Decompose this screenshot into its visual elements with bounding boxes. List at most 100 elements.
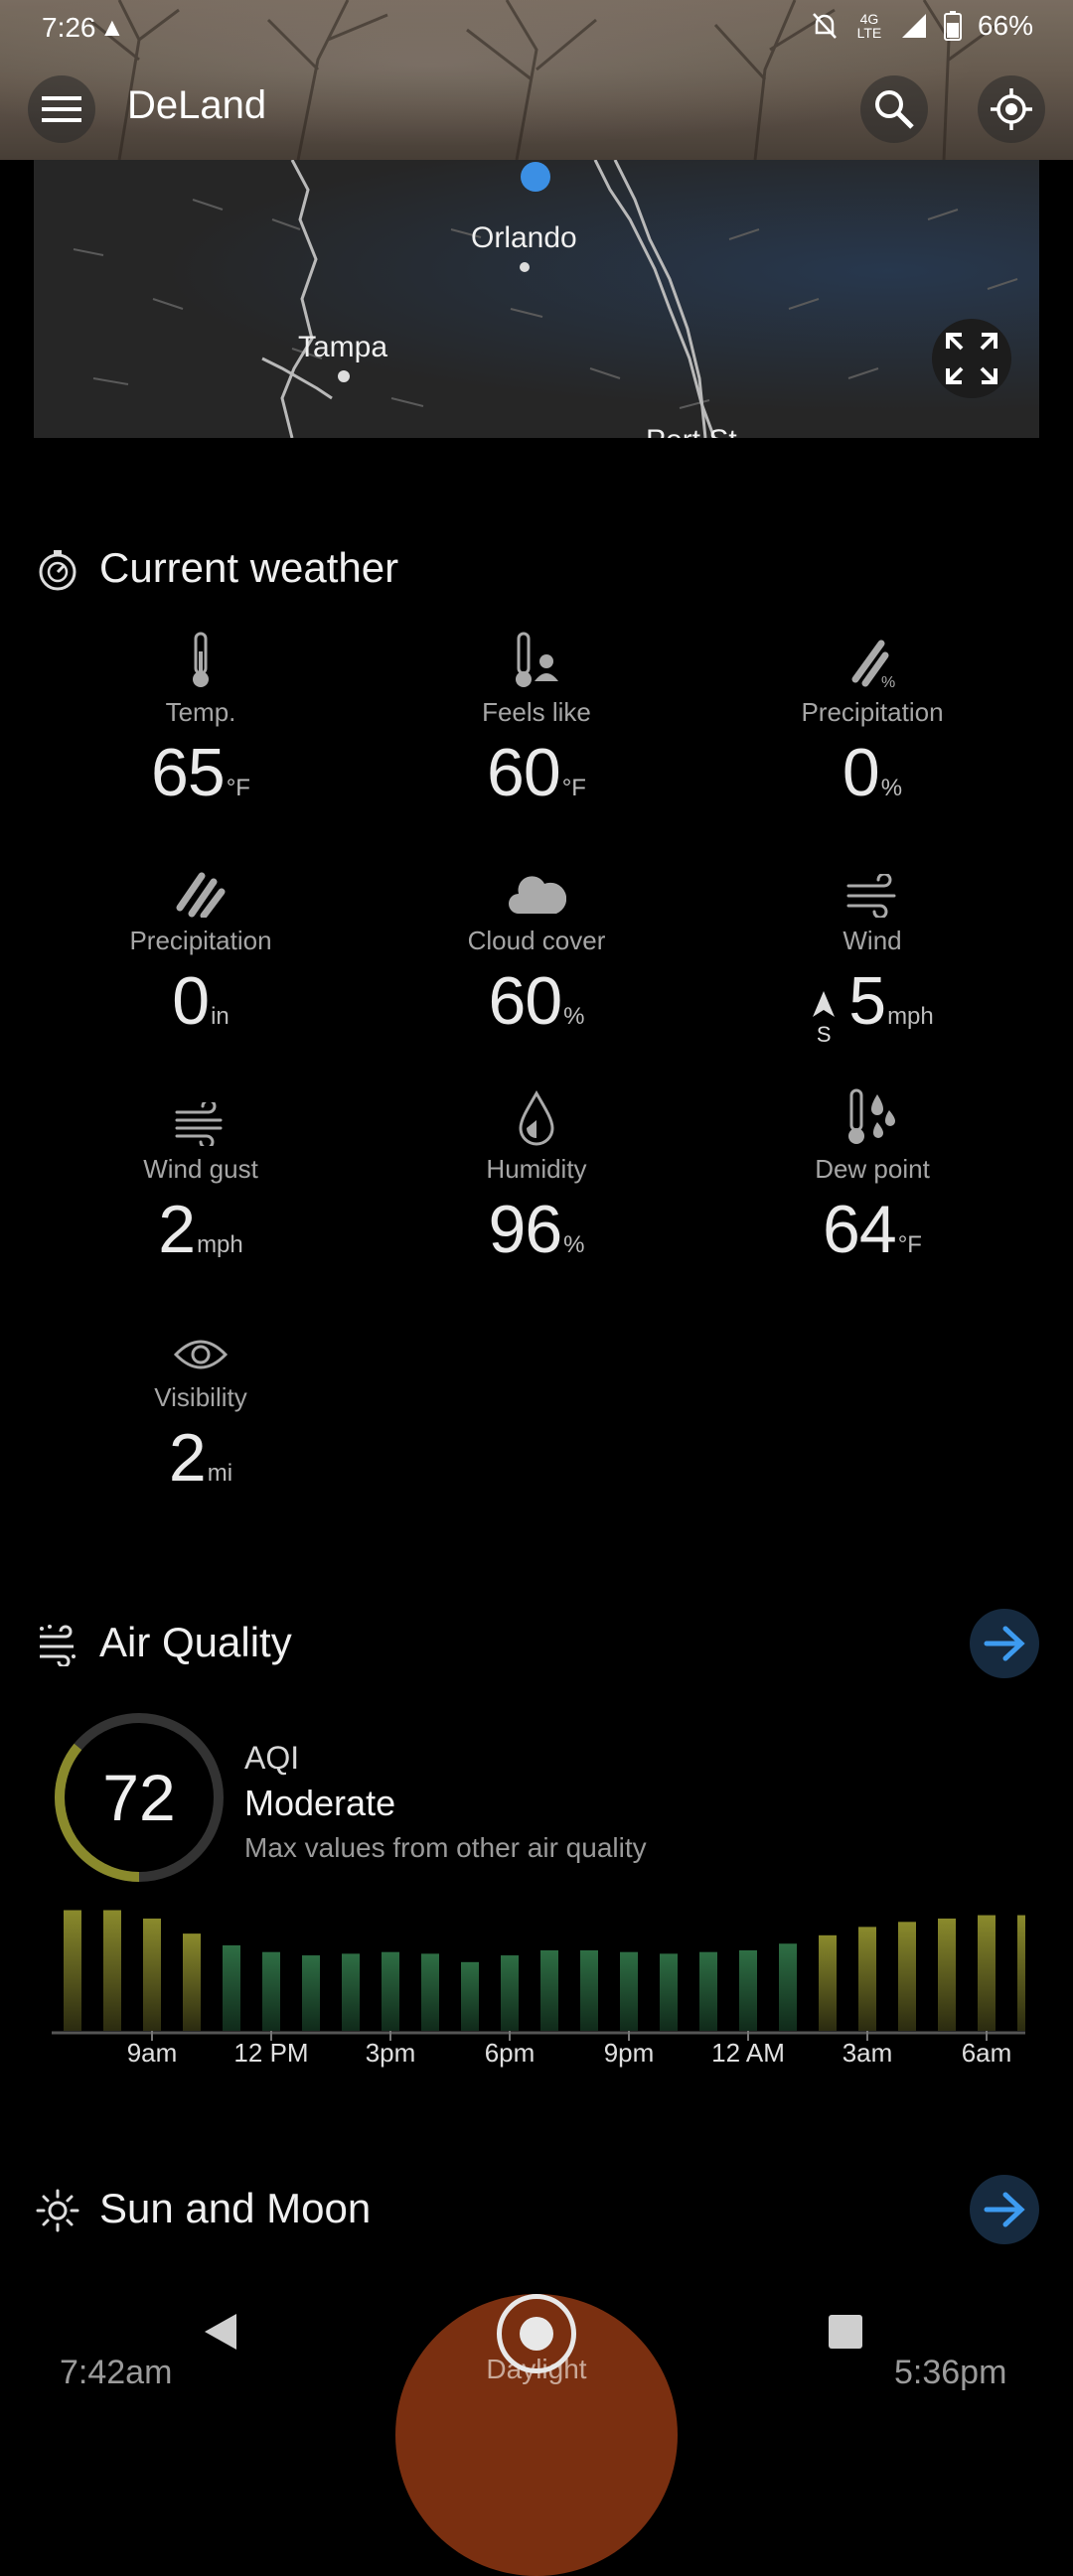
aqi-tick-label: 12 AM [711,2038,785,2068]
aqi-bar [699,1951,717,2031]
aqi-bar [342,1953,360,2031]
my-location-button[interactable] [978,75,1045,143]
weather-value: 0 [172,963,210,1039]
thermometer-icon [32,628,370,689]
weather-value-group: 60% [368,962,705,1040]
map-label-tampa: Tampa [298,331,388,363]
sun-moon-title: Sun and Moon [99,2185,372,2231]
aqi-tick-label: 9pm [603,2038,655,2068]
feels-like-icon [368,628,705,689]
menu-button[interactable] [28,75,95,143]
weather-unit: °F [561,775,586,801]
cloud-icon [368,856,705,918]
weather-cell-humidity: Humidity 96% [368,1084,705,1268]
wind-direction-arrow-icon [813,991,836,1018]
arrow-right-icon [984,1626,1025,1661]
dew-point-icon [703,1084,1041,1146]
my-location-icon [991,88,1032,130]
battery-percent: 66% [977,10,1033,41]
weather-cell-cloud-cover: Cloud cover 60% [368,856,705,1040]
mute-icon [813,13,837,39]
current-weather-icon [39,550,77,591]
weather-value-group: 96% [368,1191,705,1268]
weather-value-group: 64°F [703,1191,1041,1268]
aqi-bar [1017,1915,1025,2031]
weather-value: 60 [488,963,563,1039]
weather-label: Cloud cover [467,926,606,955]
weather-label: Precipitation [129,926,272,955]
status-bar: 7:26 ▲ 4G LTE 66% [0,0,1073,52]
aqi-bar [620,1951,638,2031]
map-label-port-st: Port St [646,424,737,438]
location-title[interactable]: DeLand [127,83,266,128]
nav-back-button[interactable] [203,2312,238,2352]
aqi-label: AQI [244,1740,300,1776]
wind-direction: S [811,991,837,1048]
nav-recents-button[interactable] [829,2315,862,2349]
aqi-bar [580,1950,598,2031]
svg-text:%: % [881,674,895,689]
air-quality-title: Air Quality [99,1619,292,1665]
aqi-bar [501,1955,519,2031]
aqi-bar [660,1953,678,2031]
aqi-bar [739,1950,757,2031]
weather-unit: mph [197,1231,243,1258]
weather-unit: % [880,775,903,801]
wind-direction-label: S [816,1022,832,1048]
app-notification-icon: ▲ [99,12,125,42]
weather-value: 60 [487,735,561,810]
aqi-level: Moderate [244,1783,396,1823]
arrow-right-icon [984,2192,1025,2227]
weather-unit: °F [897,1231,922,1258]
nav-home-button[interactable] [497,2294,576,2373]
search-button[interactable] [860,75,928,143]
weather-cell-temp: Temp. 65°F [32,628,370,811]
weather-label: Wind gust [143,1154,258,1184]
current-location-marker [521,162,550,192]
weather-label: Dew point [815,1154,930,1184]
aqi-bar [382,1951,399,2031]
search-icon [875,90,914,129]
aqi-bar [819,1934,837,2031]
sun-icon [36,2189,79,2232]
signal-icon [901,14,926,38]
weather-label: Humidity [486,1154,587,1184]
aqi-bar [143,1918,161,2031]
weather-unit: mi [207,1460,233,1487]
wind-map[interactable]: Orlando Tampa Port St [34,160,1039,438]
aqi-tick-label: 6pm [484,2038,536,2068]
weather-value-group: 0in [32,962,370,1040]
weather-unit: mph [887,1003,934,1030]
network-type: 4G LTE [856,11,882,41]
weather-value-group: 60°F [368,734,705,811]
aqi-bar [540,1950,558,2031]
weather-unit: % [563,1003,585,1030]
menu-icon [42,96,81,122]
fullscreen-icon [946,333,997,384]
aqi-subtitle: Max values from other air quality [244,1832,647,1863]
weather-value-group: 65°F [32,734,370,811]
weather-label: Temp. [165,697,236,727]
weather-value: 2 [158,1192,196,1267]
aqi-bar [183,1933,201,2031]
map-dot-orlando [520,262,530,272]
current-weather-title: Current weather [99,544,399,591]
weather-value: 64 [823,1192,897,1267]
aqi-bar [262,1951,280,2031]
weather-cell-wind: Wind S 5mph [703,856,1041,1048]
aqi-bar [103,1910,121,2031]
weather-unit: in [211,1003,230,1030]
weather-label: Wind [843,926,902,955]
aqi-bar [64,1910,81,2031]
sun-moon-more-button[interactable] [970,2175,1039,2244]
weather-cell-precipitation: Precipitation 0in [32,856,370,1040]
weather-cell-precipitation: % Precipitation 0% [703,628,1041,811]
aqi-bar [938,1918,956,2031]
air-quality-more-button[interactable] [970,1609,1039,1678]
eye-icon [32,1313,370,1374]
expand-map-button[interactable] [932,319,1011,398]
air-quality-icon [40,1625,76,1666]
weather-value-group: 0% [703,734,1041,811]
weather-unit: °F [226,775,250,801]
weather-label: Precipitation [801,697,944,727]
